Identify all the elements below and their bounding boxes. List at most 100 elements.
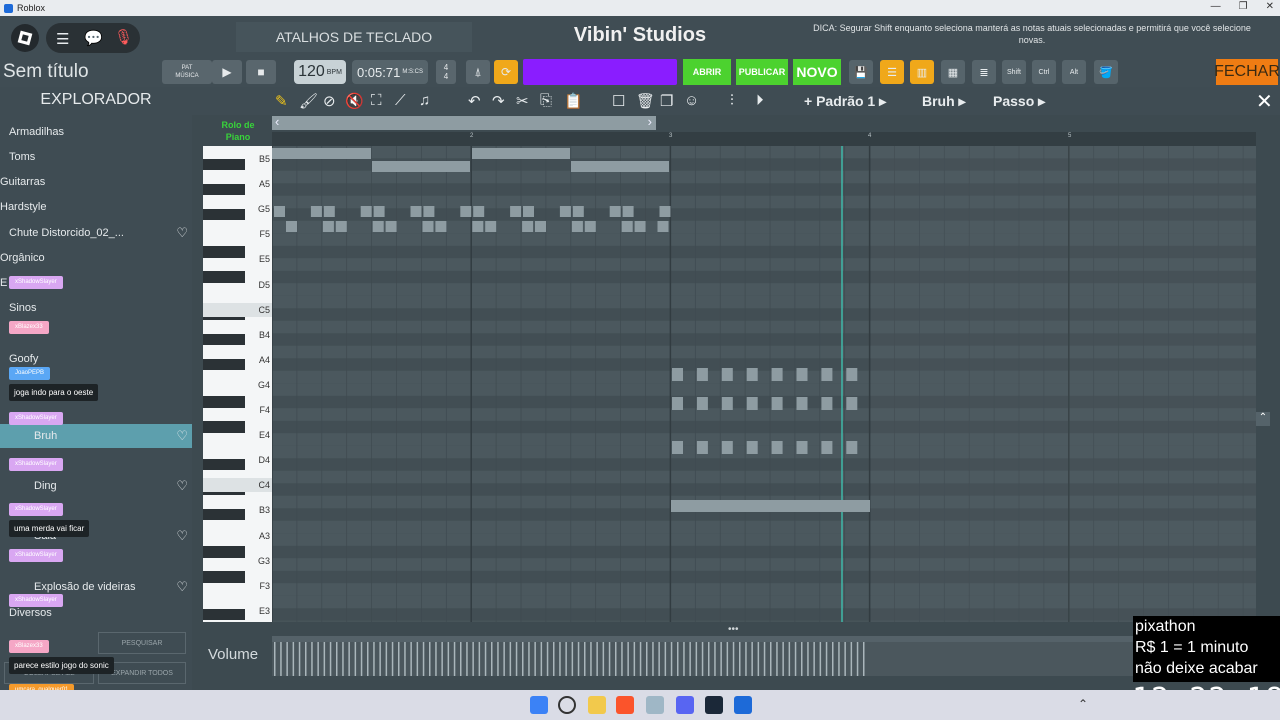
theme-button[interactable]: 🪣 <box>1094 60 1118 84</box>
novo-button[interactable]: NOVO <box>793 59 841 85</box>
note[interactable] <box>621 221 633 232</box>
volume-bar[interactable] <box>670 642 673 676</box>
volume-bar[interactable] <box>639 642 642 676</box>
note[interactable] <box>571 161 669 172</box>
explorer-item[interactable]: Ding ♡ <box>0 474 192 498</box>
volume-bar[interactable] <box>813 642 815 676</box>
volume-bar[interactable] <box>453 642 456 676</box>
volume-bar[interactable] <box>305 642 307 676</box>
note[interactable] <box>671 500 870 512</box>
volume-bar[interactable] <box>534 642 536 676</box>
volume-bar[interactable] <box>807 642 809 676</box>
publicar-button[interactable]: PUBLICAR <box>736 59 788 85</box>
note[interactable] <box>746 368 758 381</box>
fechar-button[interactable]: FECHAR <box>1214 59 1280 85</box>
note[interactable] <box>372 221 384 232</box>
note[interactable] <box>385 221 397 232</box>
scroll-right-icon[interactable]: › <box>648 114 652 129</box>
slice-icon[interactable]: ⟋ <box>395 92 406 109</box>
volume-bar[interactable] <box>683 642 685 676</box>
black-key[interactable] <box>203 546 245 558</box>
play-circle-icon[interactable]: ⏵ <box>756 92 764 109</box>
volume-bar[interactable] <box>689 642 691 676</box>
note[interactable] <box>672 441 683 454</box>
volume-bar[interactable] <box>571 642 574 676</box>
abrir-button[interactable]: ABRIR <box>683 59 731 85</box>
note[interactable] <box>472 148 570 159</box>
volume-bar[interactable] <box>385 642 388 676</box>
volume-bar[interactable] <box>360 642 363 676</box>
volume-bar[interactable] <box>515 642 518 676</box>
black-key[interactable] <box>203 208 245 220</box>
favorite-heart-icon[interactable]: ♡ <box>176 579 188 595</box>
maximize-icon[interactable]: ❐ <box>1239 1 1248 12</box>
note[interactable] <box>523 206 534 217</box>
explorer-item[interactable]: Hardstyle <box>0 195 192 219</box>
keyboard-shortcuts-button[interactable]: ATALHOS DE TECLADO <box>236 22 472 52</box>
hamburger-menu-icon[interactable]: ☰ <box>56 30 69 48</box>
volume-bar[interactable] <box>336 642 338 676</box>
song-title[interactable]: Sem título <box>3 61 89 83</box>
note[interactable] <box>460 206 472 217</box>
search-icon[interactable] <box>558 696 576 714</box>
volume-bar[interactable] <box>546 642 549 676</box>
volume-bar[interactable] <box>478 642 481 676</box>
volume-bar[interactable] <box>658 642 660 676</box>
volume-bar[interactable] <box>825 642 828 676</box>
black-key[interactable] <box>203 183 245 195</box>
note[interactable] <box>696 368 708 381</box>
volume-bar[interactable] <box>602 642 605 676</box>
sliders-icon[interactable]: ⫶ <box>730 92 734 109</box>
note[interactable] <box>522 221 534 232</box>
volume-bar[interactable] <box>819 642 822 676</box>
brush-icon[interactable]: 🖌 <box>299 92 318 110</box>
note[interactable] <box>584 221 596 232</box>
volume-lane[interactable] <box>272 636 1256 676</box>
volume-bar[interactable] <box>528 642 530 676</box>
instrument-selector[interactable]: Bruh ▸ <box>922 93 966 110</box>
chat-icon[interactable]: 💬 <box>84 29 103 47</box>
note[interactable] <box>274 206 285 217</box>
volume-bar[interactable] <box>863 642 865 676</box>
note[interactable] <box>771 368 783 381</box>
note[interactable] <box>796 368 808 381</box>
note[interactable] <box>572 206 584 217</box>
trash-icon[interactable]: 🗑 <box>636 92 655 110</box>
black-key[interactable] <box>203 358 245 370</box>
volume-bar[interactable] <box>677 642 679 676</box>
volume-bar[interactable] <box>329 642 332 676</box>
volume-bar[interactable] <box>577 642 580 676</box>
mixer-button[interactable]: ≣ <box>972 60 996 84</box>
favorite-heart-icon[interactable]: ♡ <box>176 528 188 544</box>
volume-bar[interactable] <box>726 642 729 676</box>
volume-bar[interactable] <box>763 642 766 676</box>
note[interactable] <box>622 206 634 217</box>
volume-bar[interactable] <box>664 642 667 676</box>
volume-bar[interactable] <box>410 642 412 676</box>
volume-bar[interactable] <box>391 642 394 676</box>
volume-bar[interactable] <box>701 642 704 676</box>
explorer-item[interactable]: Toms <box>0 145 192 169</box>
volume-bar[interactable] <box>286 642 288 676</box>
note[interactable] <box>821 368 833 381</box>
tray-chevron-icon[interactable]: ⌃ <box>1078 697 1088 711</box>
explorer-item[interactable]: Armadilhas <box>0 120 192 144</box>
volume-bar[interactable] <box>832 642 834 676</box>
horizontal-scrollbar[interactable]: ‹ › <box>272 114 656 130</box>
note[interactable] <box>422 221 434 232</box>
favorite-heart-icon[interactable]: ♡ <box>176 428 188 444</box>
note[interactable] <box>746 441 758 454</box>
volume-bar[interactable] <box>435 642 437 676</box>
note[interactable] <box>373 206 385 217</box>
paste-icon[interactable]: 📋 <box>564 92 583 110</box>
note[interactable] <box>796 397 808 410</box>
volume-bar[interactable] <box>379 642 381 676</box>
note[interactable] <box>372 161 470 172</box>
volume-bar[interactable] <box>794 642 797 676</box>
close-window-icon[interactable]: ✕ <box>1266 1 1274 12</box>
minimize-icon[interactable]: — <box>1211 1 1221 12</box>
volume-bar[interactable] <box>757 642 760 676</box>
note[interactable] <box>659 206 671 217</box>
favorite-heart-icon[interactable]: ♡ <box>176 225 188 241</box>
note[interactable] <box>472 221 484 232</box>
